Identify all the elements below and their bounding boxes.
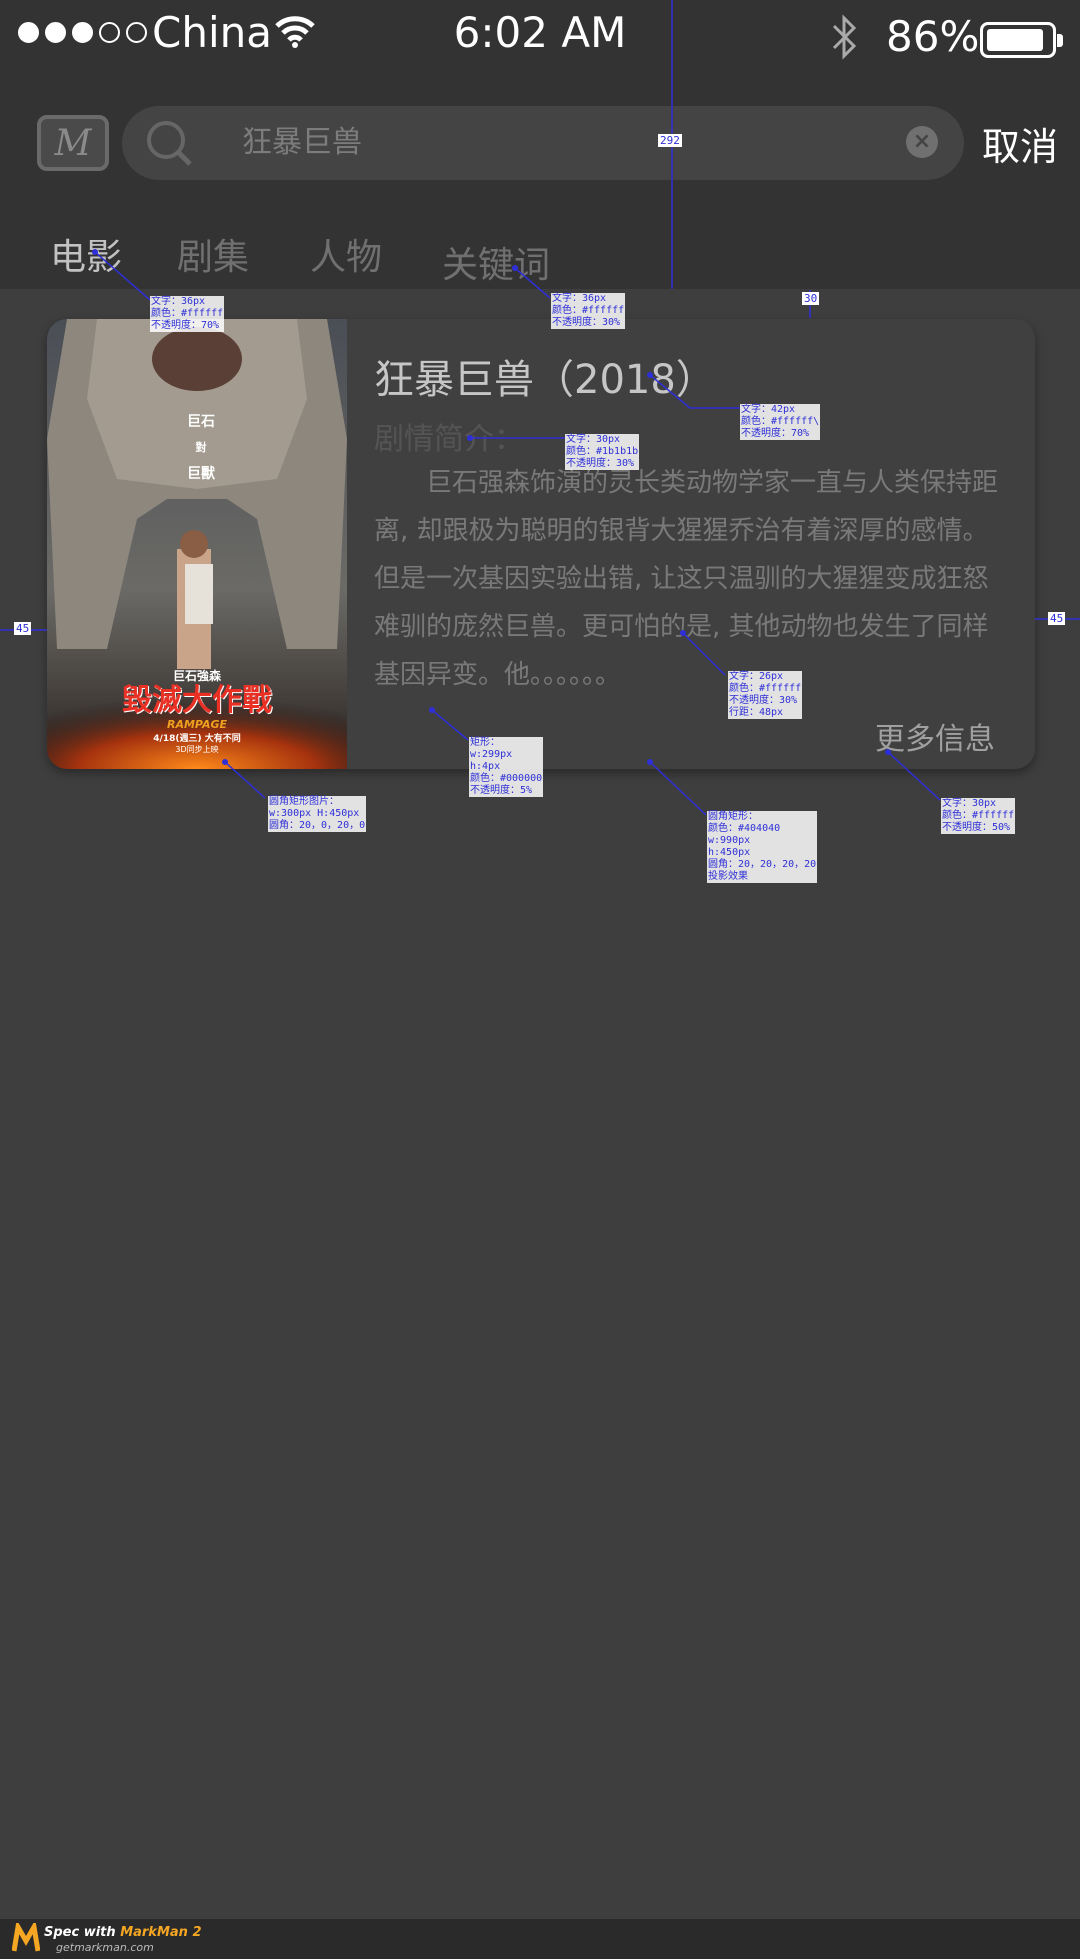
annotation-note: 文字：26px 颜色：#ffffff 不透明度：30% 行距：48px bbox=[728, 671, 803, 719]
dimension-label: 30 bbox=[802, 292, 820, 305]
footer-brand: Spec with MarkMan 2 bbox=[44, 1925, 202, 1940]
footer: Spec with MarkMan 2 getmarkman.com bbox=[0, 1919, 1080, 1959]
dimension-label: 292 bbox=[658, 134, 682, 147]
annotation-note: 文字：42px 颜色：#ffffff\ 不透明度：70% bbox=[740, 404, 821, 440]
annotation-note: 文字：30px 颜色：#1b1b1b 不透明度：30% bbox=[565, 434, 640, 470]
annotation-note: 矩形： w:299px h:4px 颜色：#000000 不透明度：5% bbox=[469, 737, 544, 797]
annotation-note: 文字：36px 颜色：#ffffff 不透明度：30% bbox=[551, 293, 626, 329]
footer-site: getmarkman.com bbox=[56, 1941, 154, 1954]
annotation-note: 圆角矩形图片： w:300px H:450px 圆角：20，0，20，0 bbox=[268, 796, 367, 832]
markman-logo-icon bbox=[12, 1923, 40, 1952]
dimension-label: 45 bbox=[14, 622, 32, 635]
annotation-note: 文字：30px 颜色：#ffffff 不透明度：50% bbox=[941, 798, 1016, 834]
annotation-lines bbox=[0, 0, 1080, 816]
annotation-note: 圆角矩形： 颜色：#404040 w:990px h:450px 圆角：20，20，20… bbox=[707, 811, 818, 883]
dimension-label: 45 bbox=[1048, 612, 1066, 625]
annotation-note: 文字：36px 颜色：#ffffff 不透明度：70% bbox=[150, 296, 225, 332]
